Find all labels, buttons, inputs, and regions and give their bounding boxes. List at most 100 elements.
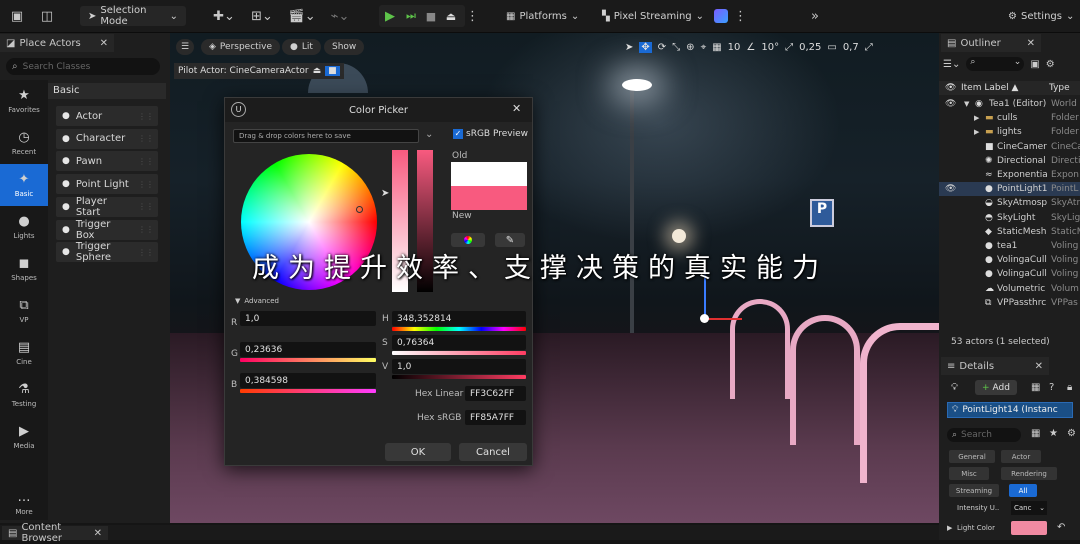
perspective-button[interactable]: ◈ Perspective <box>201 39 281 55</box>
filter-icon[interactable]: ☰⌄ <box>943 59 960 70</box>
gizmo-center[interactable] <box>700 314 709 323</box>
h-field[interactable]: 348,352814 <box>392 311 526 326</box>
scale-snap-value[interactable]: 0,25 <box>799 42 821 53</box>
color-themes-button[interactable] <box>451 233 485 247</box>
gear-icon[interactable]: ⚙ <box>1067 428 1076 439</box>
search-classes-input[interactable]: ⌕ Search Classes <box>6 58 160 75</box>
category-lights[interactable]: ● Lights <box>0 206 48 248</box>
drag-handle-icon[interactable]: ⋮⋮ <box>138 180 154 189</box>
plugin-icon[interactable] <box>714 9 728 23</box>
outliner-search-input[interactable]: ⌕ ⌄ <box>966 57 1025 71</box>
close-icon[interactable]: ✕ <box>1035 361 1043 372</box>
r-gradient[interactable] <box>240 327 376 331</box>
ok-button[interactable]: OK <box>385 443 451 461</box>
actor-item-trigger-box[interactable]: ● Trigger Box ⋮⋮ <box>56 219 158 241</box>
category-cine[interactable]: ▤ Cine <box>0 332 48 374</box>
filter-chip-general[interactable]: General <box>949 450 995 463</box>
close-icon[interactable]: ✕ <box>512 102 521 115</box>
filter-chip-misc[interactable]: Misc <box>949 467 989 480</box>
filter-chip-rendering[interactable]: Rendering <box>1001 467 1057 480</box>
filter-chip-streaming[interactable]: Streaming <box>949 484 999 497</box>
outliner-row[interactable]: 👁︎ ▼ ◉ Tea1 (Editor) World <box>939 97 1080 111</box>
outliner-row[interactable]: ◒ SkyAtmosp SkyAtr <box>939 196 1080 210</box>
select-icon[interactable]: ➤ <box>625 42 633 53</box>
expand-arrow-icon[interactable]: ▶ <box>974 128 979 136</box>
grid-snap-value[interactable]: 10 <box>728 42 741 53</box>
angle-snap-value[interactable]: 10° <box>761 42 779 53</box>
lit-button[interactable]: ● Lit <box>282 39 321 55</box>
pixel-streaming-dropdown[interactable]: ▚ Pixel Streaming ⌄ <box>594 6 712 26</box>
rotate-icon[interactable]: ⟳ <box>658 42 666 53</box>
expand-arrow-icon[interactable]: ▶ <box>947 524 952 532</box>
tab-content-browser[interactable]: ▤ Content Browser ✕ <box>2 522 108 544</box>
tab-place-actors[interactable]: ◪ Place Actors ✕ <box>0 34 114 52</box>
chevron-down-icon[interactable]: ⌄ <box>425 129 433 140</box>
gizmo-x-axis[interactable] <box>706 318 742 320</box>
scale-icon[interactable]: ⤡ <box>672 42 680 53</box>
tab-details[interactable]: ≡ Details ✕ <box>941 357 1049 375</box>
play-options-icon[interactable]: ⋮ <box>466 0 479 33</box>
add-folder-icon[interactable]: ▣ <box>1030 59 1039 70</box>
drag-handle-icon[interactable]: ⋮⋮ <box>138 202 154 211</box>
stop-icon[interactable]: ■ <box>421 10 441 23</box>
close-icon[interactable]: ✕ <box>94 528 102 539</box>
add-component-button[interactable]: + Add <box>975 380 1017 395</box>
intensity-units-dropdown[interactable]: Canc ⌄ <box>1011 501 1047 515</box>
drag-handle-icon[interactable]: ⋮⋮ <box>138 157 154 166</box>
save-icon[interactable]: ▣ <box>8 0 26 33</box>
scale-snap-icon[interactable]: ⤢ <box>785 42 793 53</box>
expand-arrow-icon[interactable]: ▶ <box>974 114 979 122</box>
hex-srgb-field[interactable]: FF85A7FF <box>465 410 526 425</box>
eyedropper-button[interactable]: ✎ <box>495 233 525 247</box>
cancel-button[interactable]: Cancel <box>459 443 527 461</box>
expand-arrow-icon[interactable]: ▼ <box>964 100 969 108</box>
v-field[interactable]: 1,0 <box>392 359 526 374</box>
camera-speed-value[interactable]: 0,7 <box>843 42 859 53</box>
help-icon[interactable]: ? <box>1049 382 1054 393</box>
category-favorites[interactable]: ★ Favorites <box>0 80 48 122</box>
outliner-row[interactable]: ✺ Directional Directi <box>939 154 1080 168</box>
lock-icon[interactable]: 🔒︎ <box>1067 382 1072 393</box>
camera-icon[interactable]: ■ <box>325 66 340 76</box>
outliner-row[interactable]: ≈ Exponentia Expon <box>939 168 1080 182</box>
filter-chip-all[interactable]: All <box>1009 484 1037 497</box>
angle-snap-icon[interactable]: ∠ <box>746 42 755 53</box>
reset-arrow-icon[interactable]: ↶ <box>1057 522 1065 533</box>
drag-handle-icon[interactable]: ⋮⋮ <box>138 112 154 121</box>
b-gradient[interactable] <box>240 389 376 393</box>
outliner-row[interactable]: ■ CineCamer CineCa <box>939 140 1080 154</box>
star-icon[interactable]: ★ <box>1049 428 1058 439</box>
outliner-row[interactable]: ● VolingaCull Voling <box>939 253 1080 267</box>
actor-item-character[interactable]: ● Character ⋮⋮ <box>56 128 158 149</box>
outliner-row[interactable]: ◆StaticMeshStaticM <box>939 225 1080 239</box>
category-more[interactable]: … More <box>0 482 48 524</box>
outliner-row[interactable]: ▶ ▬ lights Folder <box>939 125 1080 139</box>
blueprint-icon[interactable]: ▦ <box>1031 382 1040 393</box>
grid-snap-icon[interactable]: ▦ <box>712 42 721 53</box>
add-actor-icon[interactable]: ✚⌄ <box>210 0 238 33</box>
category-vp[interactable]: ⧉ VP <box>0 290 48 332</box>
s-field[interactable]: 0,76364 <box>392 335 526 350</box>
settings-dropdown[interactable]: ⚙ Settings ⌄ <box>1000 6 1080 26</box>
play-icon[interactable]: ▶ <box>379 9 401 24</box>
srgb-preview-checkbox[interactable]: ✓ sRGB Preview <box>453 129 528 139</box>
details-search-input[interactable]: ⌕ Search <box>947 428 1021 442</box>
show-button[interactable]: Show <box>324 39 365 55</box>
camera-speed-icon[interactable]: ▭ <box>827 42 836 53</box>
actor-item-pawn[interactable]: ● Pawn ⋮⋮ <box>56 151 158 172</box>
drag-handle-icon[interactable]: ⋮⋮ <box>138 225 154 234</box>
r-field[interactable]: 1,0 <box>240 311 376 326</box>
outliner-row[interactable]: ● VolingaCull Voling <box>939 267 1080 281</box>
more-options-icon[interactable]: ⋮ <box>734 0 747 33</box>
outliner-row[interactable]: ⧉ VPPassthrc VPPas <box>939 296 1080 310</box>
outliner-row[interactable]: ● tea1 Voling <box>939 239 1080 253</box>
s-gradient[interactable] <box>392 351 526 355</box>
visibility-eye-icon[interactable]: 👁︎ <box>945 184 956 194</box>
advanced-toggle[interactable]: ▼ Advanced <box>235 297 279 305</box>
actor-item-point-light[interactable]: ● Point Light ⋮⋮ <box>56 174 158 195</box>
checkbox-checked-icon[interactable]: ✓ <box>453 129 463 139</box>
hex-linear-field[interactable]: FF3C62FF <box>465 386 526 401</box>
eject-icon[interactable]: ⏏ <box>441 10 461 23</box>
drag-handle-icon[interactable]: ⋮⋮ <box>138 134 154 143</box>
category-media[interactable]: ▶ Media <box>0 416 48 458</box>
